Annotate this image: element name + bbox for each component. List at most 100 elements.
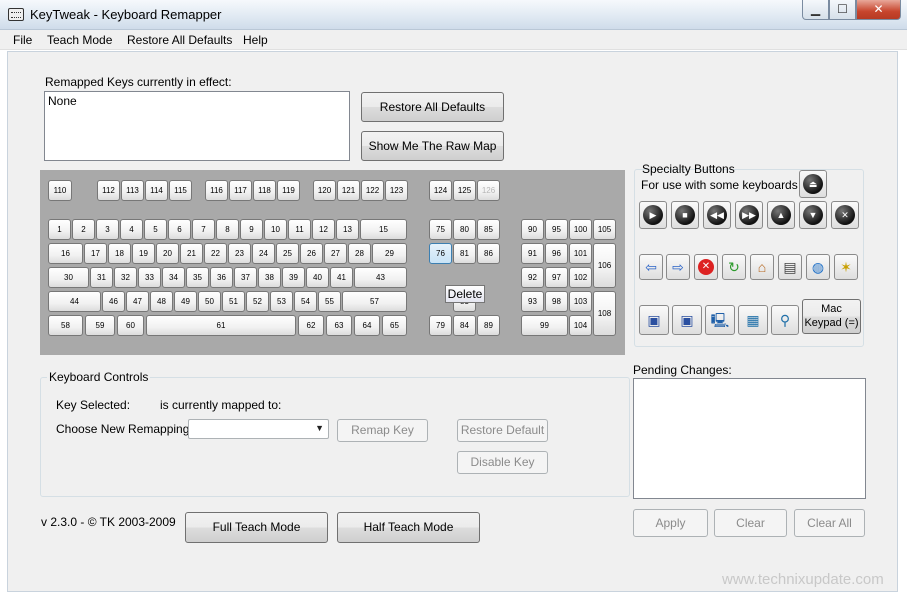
menu-help[interactable]: Help <box>243 33 268 47</box>
key-108[interactable]: 108 <box>593 291 616 336</box>
key-44[interactable]: 44 <box>48 291 101 312</box>
key-54[interactable]: 54 <box>294 291 317 312</box>
key-89[interactable]: 89 <box>477 315 500 336</box>
key-34[interactable]: 34 <box>162 267 185 288</box>
key-76[interactable]: 76 <box>429 243 452 264</box>
key-49[interactable]: 49 <box>174 291 197 312</box>
my-computer-icon[interactable]: ▣ <box>639 305 669 335</box>
calculator-icon[interactable]: ▦ <box>738 305 768 335</box>
key-123[interactable]: 123 <box>385 180 408 201</box>
key-23[interactable]: 23 <box>228 243 251 264</box>
key-125[interactable]: 125 <box>453 180 476 201</box>
key-35[interactable]: 35 <box>186 267 209 288</box>
computer-icon[interactable]: 🖳 <box>705 305 735 335</box>
full-teach-mode-button[interactable]: Full Teach Mode <box>185 512 328 543</box>
restore-default-button[interactable]: Restore Default <box>457 419 548 442</box>
key-20[interactable]: 20 <box>156 243 179 264</box>
key-4[interactable]: 4 <box>120 219 143 240</box>
stop-icon[interactable]: ■ <box>671 201 699 229</box>
key-98[interactable]: 98 <box>545 291 568 312</box>
key-43[interactable]: 43 <box>354 267 407 288</box>
key-38[interactable]: 38 <box>258 267 281 288</box>
key-62[interactable]: 62 <box>298 315 324 336</box>
show-raw-map-button[interactable]: Show Me The Raw Map <box>361 131 504 161</box>
key-91[interactable]: 91 <box>521 243 544 264</box>
key-50[interactable]: 50 <box>198 291 221 312</box>
key-12[interactable]: 12 <box>312 219 335 240</box>
key-101[interactable]: 101 <box>569 243 592 264</box>
pending-changes-list[interactable] <box>633 378 866 499</box>
menu-file[interactable]: File <box>13 33 32 47</box>
browser-stop-icon[interactable]: ✕ <box>694 254 718 280</box>
key-93[interactable]: 93 <box>521 291 544 312</box>
key-102[interactable]: 102 <box>569 267 592 288</box>
home-icon[interactable]: ⌂ <box>750 254 774 280</box>
key-10[interactable]: 10 <box>264 219 287 240</box>
key-52[interactable]: 52 <box>246 291 269 312</box>
key-60[interactable]: 60 <box>117 315 144 336</box>
key-2[interactable]: 2 <box>72 219 95 240</box>
key-33[interactable]: 33 <box>138 267 161 288</box>
key-104[interactable]: 104 <box>569 315 592 336</box>
key-84[interactable]: 84 <box>453 315 476 336</box>
key-103[interactable]: 103 <box>569 291 592 312</box>
favorites-icon[interactable]: ✶ <box>834 254 858 280</box>
key-75[interactable]: 75 <box>429 219 452 240</box>
key-126[interactable]: 126 <box>477 180 500 201</box>
mute-icon[interactable]: ✕ <box>831 201 859 229</box>
key-32[interactable]: 32 <box>114 267 137 288</box>
key-41[interactable]: 41 <box>330 267 353 288</box>
clear-all-button[interactable]: Clear All <box>794 509 865 537</box>
key-96[interactable]: 96 <box>545 243 568 264</box>
key-119[interactable]: 119 <box>277 180 300 201</box>
clear-button[interactable]: Clear <box>714 509 787 537</box>
key-40[interactable]: 40 <box>306 267 329 288</box>
key-97[interactable]: 97 <box>545 267 568 288</box>
key-90[interactable]: 90 <box>521 219 544 240</box>
search-doc-icon[interactable]: ▤ <box>778 254 802 280</box>
key-22[interactable]: 22 <box>204 243 227 264</box>
key-30[interactable]: 30 <box>48 267 89 288</box>
key-53[interactable]: 53 <box>270 291 293 312</box>
menu-teach-mode[interactable]: Teach Mode <box>47 33 112 47</box>
key-85[interactable]: 85 <box>477 219 500 240</box>
maximize-button[interactable]: ☐ <box>829 0 856 20</box>
key-18[interactable]: 18 <box>108 243 131 264</box>
key-11[interactable]: 11 <box>288 219 311 240</box>
key-80[interactable]: 80 <box>453 219 476 240</box>
key-17[interactable]: 17 <box>84 243 107 264</box>
key-86[interactable]: 86 <box>477 243 500 264</box>
key-63[interactable]: 63 <box>326 315 352 336</box>
fast-forward-icon[interactable]: ▶▶ <box>735 201 763 229</box>
key-8[interactable]: 8 <box>216 219 239 240</box>
key-99[interactable]: 99 <box>521 315 568 336</box>
key-31[interactable]: 31 <box>90 267 113 288</box>
key-79[interactable]: 79 <box>429 315 452 336</box>
key-27[interactable]: 27 <box>324 243 347 264</box>
key-121[interactable]: 121 <box>337 180 360 201</box>
key-65[interactable]: 65 <box>382 315 407 336</box>
key-46[interactable]: 46 <box>102 291 125 312</box>
key-37[interactable]: 37 <box>234 267 257 288</box>
key-118[interactable]: 118 <box>253 180 276 201</box>
web-globe-icon[interactable]: ◍ <box>806 254 830 280</box>
key-26[interactable]: 26 <box>300 243 323 264</box>
key-64[interactable]: 64 <box>354 315 380 336</box>
key-3[interactable]: 3 <box>96 219 119 240</box>
key-92[interactable]: 92 <box>521 267 544 288</box>
key-29[interactable]: 29 <box>372 243 407 264</box>
key-25[interactable]: 25 <box>276 243 299 264</box>
key-1[interactable]: 1 <box>48 219 71 240</box>
volume-down-icon[interactable]: ▼ <box>799 201 827 229</box>
key-95[interactable]: 95 <box>545 219 568 240</box>
key-48[interactable]: 48 <box>150 291 173 312</box>
remapped-keys-list[interactable]: None <box>44 91 350 161</box>
key-113[interactable]: 113 <box>121 180 144 201</box>
key-9[interactable]: 9 <box>240 219 263 240</box>
key-15[interactable]: 15 <box>360 219 407 240</box>
key-39[interactable]: 39 <box>282 267 305 288</box>
key-59[interactable]: 59 <box>85 315 115 336</box>
key-81[interactable]: 81 <box>453 243 476 264</box>
close-button[interactable]: ✕ <box>856 0 901 20</box>
rewind-icon[interactable]: ◀◀ <box>703 201 731 229</box>
